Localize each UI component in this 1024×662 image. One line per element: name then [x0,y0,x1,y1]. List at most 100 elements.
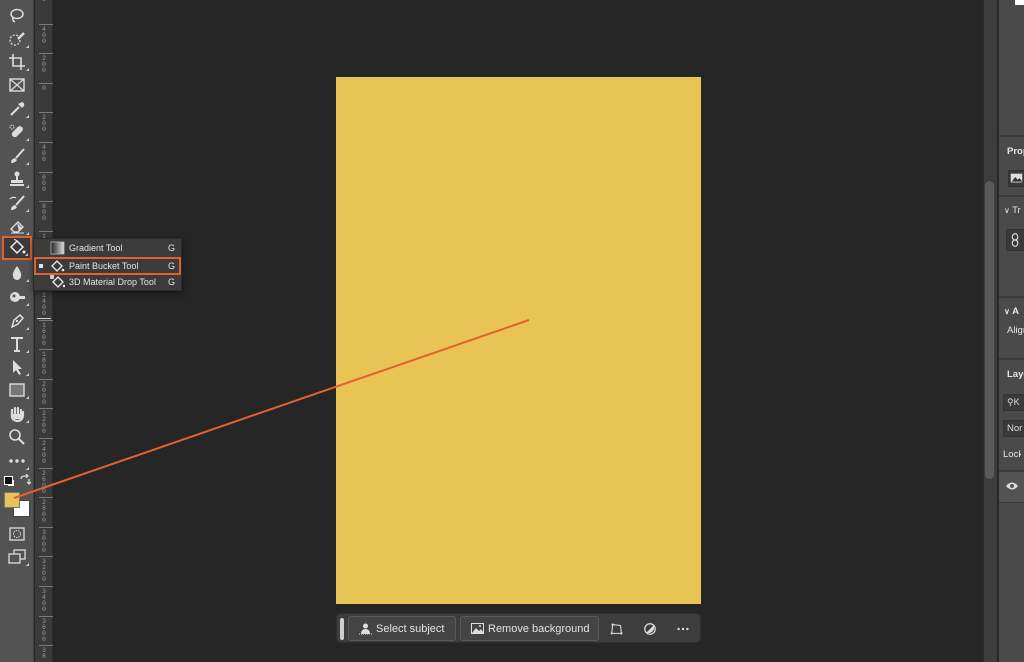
flyout-item-label: Gradient Tool [69,243,123,253]
ruler-major-tick [39,171,53,173]
ruler-major-tick [39,586,53,587]
eraser-tool[interactable] [3,215,31,237]
more-options-button[interactable] [675,621,691,637]
ruler-major-tick [39,526,53,528]
image-icon [1010,173,1023,183]
pen-icon [10,313,25,329]
align-section-header[interactable]: ∨ A [1004,306,1024,317]
edit-toolbar-button[interactable] [3,450,31,472]
flyout-item-shortcut: G [167,277,175,287]
magnifier-icon [9,429,25,445]
transform-button[interactable] [609,621,625,637]
ruler-tick-label: 3400 [42,588,46,613]
ruler-major-tick [39,615,53,617]
link-dimensions-button[interactable] [1006,229,1024,251]
foreground-color-swatch[interactable] [4,492,20,508]
transform-label: Tr [1012,205,1021,216]
ruler-tick-label: 2800 [42,499,46,525]
filter-kind-label: K [1013,397,1020,407]
ruler-major-tick [39,82,53,84]
top-panel-fragment [1015,0,1024,5]
lasso-icon [10,8,24,23]
right-panel-dock: Prop ∨ Tr ∨ A Align Laye ⚲K Nor Lock [998,0,1024,662]
brush-tool[interactable] [3,145,31,167]
ruler-major-tick [39,319,53,321]
blend-mode-dropdown[interactable]: Nor [1003,420,1024,437]
ruler-tick-label: 2600 [42,469,46,495]
ruler-tick-label: 400 [42,25,46,45]
remove-background-button[interactable]: Remove background [460,616,599,641]
drag-handle[interactable] [340,618,344,640]
tools-panel [0,0,34,662]
quick-mask-icon [9,527,25,541]
eye-visibility-icon[interactable] [1006,481,1018,491]
select-subject-button[interactable]: Select subject [348,616,456,641]
remove-background-label: Remove background [488,622,590,635]
ruler-tick-label: 2400 [42,440,46,465]
type-icon [11,337,23,352]
ruler-major-tick [39,378,53,380]
quick-selection-tool[interactable] [3,28,31,50]
panel-divider [999,135,1024,137]
ruler-tick-label: 0 [35,0,53,3]
link-icon [1011,233,1019,247]
transform-section-header[interactable]: ∨ Tr [1004,205,1024,216]
layers-panel-title[interactable]: Laye [1007,369,1024,380]
history-brush-tool[interactable] [3,192,31,214]
dodge-tool[interactable] [3,286,31,308]
image-icon [471,623,484,634]
screen-mode-button[interactable] [3,546,31,568]
rectangle-icon [9,383,25,397]
paint-bucket-tool[interactable] [2,236,32,260]
ruler-major-tick [39,408,53,410]
gradient-icon [50,241,65,255]
ruler-major-tick [39,53,53,55]
rectangle-tool[interactable] [3,379,31,401]
ruler-tick-label: 200 [42,55,46,75]
panel-divider [999,195,1024,197]
spot-healing-brush-tool[interactable] [3,121,31,143]
flyout-item-gradient-tool[interactable]: Gradient Tool G [34,240,181,257]
lasso-tool[interactable] [3,5,31,27]
panel-divider [999,296,1024,298]
path-selection-tool[interactable] [3,356,31,378]
chevron-down-icon: ∨ [1004,307,1013,316]
blur-drop-icon [12,266,22,280]
crop-tool[interactable] [3,51,31,73]
paint-bucket-icon [9,239,26,255]
select-subject-label: Select subject [376,622,445,635]
ruler-major-tick [39,556,53,558]
hand-tool[interactable] [3,403,31,425]
frame-tool[interactable] [3,74,31,96]
swap-colors-icon[interactable] [19,474,31,486]
panel-divider [999,358,1024,360]
flyout-item-label: Paint Bucket Tool [69,261,139,271]
blur-tool[interactable] [3,262,31,284]
flyout-item-paint-bucket-tool[interactable]: Paint Bucket Tool G [34,257,181,275]
pen-tool[interactable] [3,310,31,332]
history-brush-icon [9,195,25,210]
ruler-major-tick [39,349,53,351]
vertical-ruler[interactable]: 0400200020040060080010001200140016001800… [35,0,53,662]
default-colors-button[interactable] [4,476,13,485]
ruler-tick-label: 2200 [42,410,46,436]
pixel-layer-thumbnail[interactable] [1008,170,1024,187]
adjustment-button[interactable] [642,621,658,637]
layer-filter-search[interactable]: ⚲K [1003,394,1024,411]
zoom-tool[interactable] [3,426,31,448]
dodge-icon [10,292,25,302]
document-canvas[interactable] [336,77,701,604]
quick-mask-button[interactable] [3,523,31,545]
type-tool[interactable] [3,333,31,355]
align-section-label: A [1012,306,1019,317]
ruler-tick-label: 800 [42,203,46,223]
clone-stamp-tool[interactable] [3,168,31,190]
panel-divider [999,502,1024,503]
ruler-major-tick [39,438,53,439]
properties-panel-title[interactable]: Prop [1007,146,1024,157]
scrollbar-thumb[interactable] [985,181,994,479]
layer-row[interactable] [999,472,1024,502]
flyout-item-3d-material-drop-tool[interactable]: 3D Material Drop Tool G [34,274,181,291]
ruler-tick-label: 1400 [42,292,46,317]
eyedropper-tool[interactable] [3,98,31,120]
